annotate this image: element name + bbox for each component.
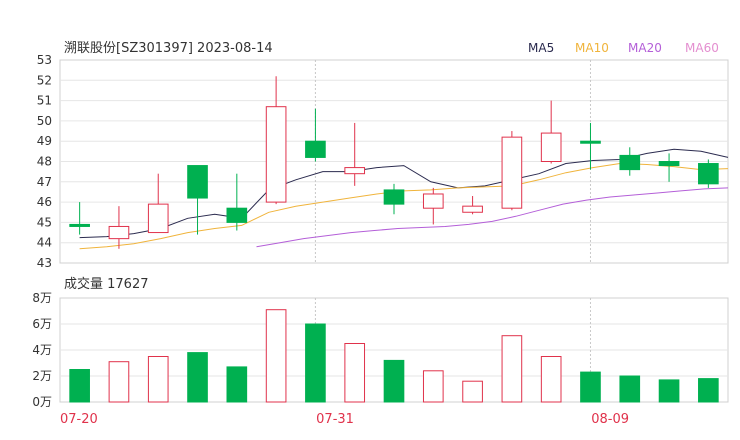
price-tick-label: 51 xyxy=(37,94,52,108)
candle xyxy=(265,76,287,205)
price-tick-label: 46 xyxy=(37,195,52,209)
ma-line-ma10 xyxy=(79,162,729,250)
candlestick-chart: 溯联股份[SZ301397] 2023-08-14 MA5 MA10 MA20 … xyxy=(32,40,729,427)
price-tick-label: 44 xyxy=(37,236,52,250)
volume-tick-label: 8万 xyxy=(32,291,52,305)
volume-bar xyxy=(698,378,719,403)
date-label: 07-20 xyxy=(60,412,98,427)
price-axis-ticks: 53 52 51 50 49 48 47 46 45 44 43 xyxy=(37,53,52,270)
price-tick-label: 52 xyxy=(37,73,52,87)
volume-bar xyxy=(344,343,366,403)
candle-body xyxy=(501,136,523,209)
date-label: 08-09 xyxy=(591,412,629,427)
candle xyxy=(580,122,601,170)
candle-body xyxy=(226,207,248,223)
volume-bar xyxy=(422,370,444,403)
candle-body xyxy=(462,205,483,213)
volume-tick-label: 0万 xyxy=(32,395,52,409)
volume-bar xyxy=(462,380,483,403)
candle-body xyxy=(108,225,130,240)
volume-bar xyxy=(226,366,248,403)
volume-axis-ticks: 8万 6万 4万 2万 0万 xyxy=(32,291,52,409)
candle-body xyxy=(422,193,444,209)
candle xyxy=(658,153,680,182)
price-tick-label: 49 xyxy=(37,134,52,148)
candles xyxy=(69,76,719,249)
volume-label: 成交量 17627 xyxy=(64,276,149,292)
candle-body xyxy=(187,165,208,199)
volume-bar xyxy=(580,371,601,403)
candle-body xyxy=(619,154,641,171)
legend-ma10: MA10 xyxy=(575,41,609,55)
price-tick-label: 47 xyxy=(37,175,52,189)
candle xyxy=(147,173,169,234)
candle xyxy=(383,183,405,215)
volume-tick-label: 4万 xyxy=(32,343,52,357)
candle-body xyxy=(383,189,405,205)
candle xyxy=(501,131,523,211)
price-tick-label: 43 xyxy=(37,256,52,270)
price-tick-label: 48 xyxy=(37,155,52,169)
volume-bar xyxy=(305,323,326,403)
candle xyxy=(462,196,483,215)
candle xyxy=(619,147,641,176)
price-tick-label: 53 xyxy=(37,53,52,67)
candle-body xyxy=(69,223,90,227)
volume-bar xyxy=(265,309,287,403)
volume-tick-label: 2万 xyxy=(32,369,52,383)
legend-ma20: MA20 xyxy=(628,41,662,55)
candle xyxy=(305,108,326,162)
date-axis-labels: 07-20 07-31 08-09 xyxy=(60,412,629,427)
price-tick-label: 50 xyxy=(37,114,52,128)
candle-body xyxy=(305,140,326,158)
candle-body xyxy=(698,163,719,185)
candle-body xyxy=(265,106,287,203)
candle xyxy=(422,187,444,225)
volume-tick-label: 6万 xyxy=(32,317,52,331)
volume-bar xyxy=(658,379,680,403)
chart-title: 溯联股份[SZ301397] 2023-08-14 xyxy=(64,40,273,56)
candle xyxy=(187,165,208,235)
volume-bar xyxy=(540,356,562,403)
volume-bar xyxy=(108,361,130,403)
candle xyxy=(698,159,719,188)
legend-ma60: MA60 xyxy=(685,41,719,55)
candle xyxy=(540,100,562,164)
candle-body xyxy=(344,167,366,175)
volume-bar xyxy=(147,356,169,403)
volume-bar xyxy=(619,375,641,403)
candle-body xyxy=(658,161,680,167)
ma-line-ma20 xyxy=(256,187,729,248)
volume-bar xyxy=(69,369,90,403)
candle xyxy=(69,202,90,235)
date-label: 07-31 xyxy=(316,412,354,427)
legend-ma5: MA5 xyxy=(528,41,554,55)
price-tick-label: 45 xyxy=(37,215,52,229)
volume-bar xyxy=(383,359,405,403)
volume-bar xyxy=(187,352,208,403)
candle xyxy=(344,122,366,186)
candle-body xyxy=(540,132,562,163)
volume-bar xyxy=(501,335,523,403)
candle-body xyxy=(580,140,601,144)
candle-body xyxy=(147,203,169,234)
